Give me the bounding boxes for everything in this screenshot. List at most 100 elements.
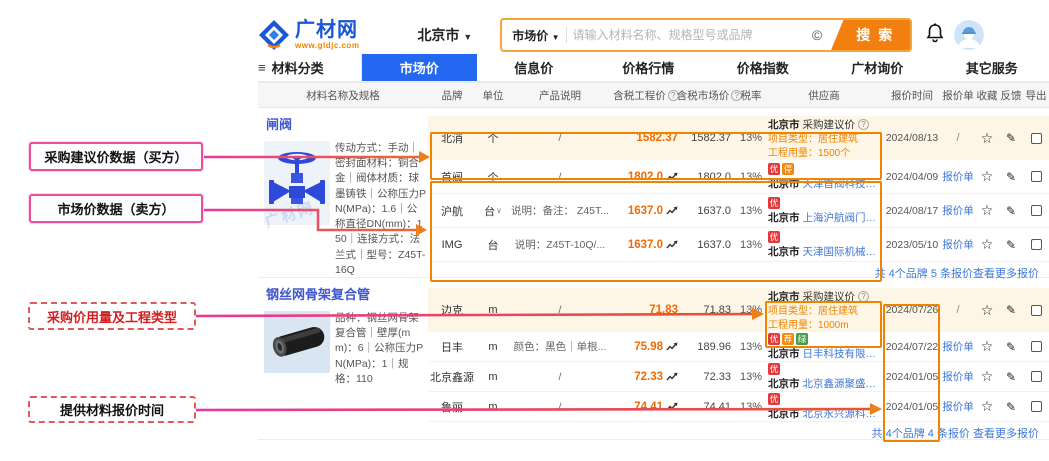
export-checkbox[interactable]: [1031, 205, 1042, 216]
material-title[interactable]: 闸阀: [258, 108, 428, 133]
trend-up-icon[interactable]: [666, 342, 678, 352]
supplier-link[interactable]: 北京永兴源科技有限公司: [803, 406, 883, 421]
quote-sheet-link[interactable]: 报价单: [942, 399, 974, 414]
feedback-pencil-icon[interactable]: ✎: [1006, 303, 1016, 317]
quote-sheet-link[interactable]: 报价单: [942, 339, 974, 354]
quote-sheet-link[interactable]: 报价单: [942, 369, 974, 384]
unit-cell: 个: [476, 130, 510, 146]
feedback-pencil-icon[interactable]: ✎: [1006, 340, 1016, 354]
export-checkbox[interactable]: [1031, 239, 1042, 250]
unit-cell: 台: [476, 237, 510, 253]
trend-up-icon[interactable]: [666, 206, 678, 216]
feedback-pencil-icon[interactable]: ✎: [1006, 400, 1016, 414]
brand-cell: IMG: [428, 239, 476, 251]
help-icon[interactable]: ?: [858, 291, 869, 302]
tab-inquiry[interactable]: 广材询价: [820, 54, 935, 81]
tab-info-price[interactable]: 信息价: [477, 54, 592, 81]
favorite-star-icon[interactable]: ☆: [981, 130, 994, 147]
feedback-pencil-icon[interactable]: ✎: [1006, 370, 1016, 384]
price-eng-cell: 72.33: [610, 371, 682, 383]
feedback-pencil-icon[interactable]: ✎: [1006, 204, 1016, 218]
favorite-star-icon[interactable]: ☆: [981, 368, 994, 385]
brand-cell: 鲁丽: [428, 399, 476, 415]
brand-cell: 首阀: [428, 169, 476, 185]
product-image-pipe[interactable]: [264, 311, 330, 373]
camera-search-icon[interactable]: ©: [804, 27, 830, 43]
tab-price-trend[interactable]: 价格行情: [591, 54, 706, 81]
tab-other-services[interactable]: 其它服务: [935, 54, 1049, 81]
supplier-link[interactable]: 日丰科技有限公司: [803, 346, 883, 361]
trend-up-icon[interactable]: [666, 372, 678, 382]
annotation-usage-type: 采购价用量及工程类型: [28, 302, 196, 330]
material-section-valve: 闸阀: [258, 108, 1049, 278]
col-unit: 单位: [476, 88, 510, 103]
trend-up-icon[interactable]: [666, 172, 678, 182]
col-feedback: 反馈: [999, 88, 1023, 103]
city-selector[interactable]: 北京市 ▼: [417, 25, 472, 45]
badge-premium: 优: [768, 163, 780, 175]
tax-rate: 13%: [737, 239, 765, 251]
search-type-dropdown[interactable]: 市场价 ▼: [502, 27, 565, 44]
price-mkt-cell: 71.83: [682, 304, 737, 316]
favorite-star-icon[interactable]: ☆: [981, 302, 994, 319]
badge-premium: 优: [768, 333, 780, 345]
trend-up-icon[interactable]: [666, 240, 678, 250]
feedback-pencil-icon[interactable]: ✎: [1006, 238, 1016, 252]
table-row: 日丰 m 颜色：黑色｜单根... 75.98 189.96 13% 优荐绿 北京…: [428, 332, 1049, 362]
favorite-star-icon[interactable]: ☆: [981, 338, 994, 355]
feedback-pencil-icon[interactable]: ✎: [1006, 131, 1016, 145]
col-price-eng: 含税工程价?: [610, 88, 682, 103]
help-icon[interactable]: ?: [858, 119, 869, 130]
search-input[interactable]: [573, 28, 804, 42]
quote-sheet-link[interactable]: 报价单: [942, 237, 974, 252]
feedback-pencil-icon[interactable]: ✎: [1006, 170, 1016, 184]
desc-cell: /: [510, 304, 610, 316]
supplier-link[interactable]: 天津首阀科技有限公司: [803, 176, 883, 191]
quote-date: 2024/01/05: [883, 401, 941, 413]
quote-sheet-link[interactable]: 报价单: [942, 169, 974, 184]
material-title[interactable]: 钢丝网骨架复合管: [258, 278, 428, 303]
product-image-valve[interactable]: [264, 141, 330, 225]
main-nav: ≡ 材料分类 市场价 信息价 价格行情 价格指数 广材询价 其它服务: [258, 54, 1049, 82]
quote-sheet-link[interactable]: 报价单: [942, 203, 974, 218]
export-checkbox[interactable]: [1031, 133, 1042, 144]
quote-date: 2024/07/26: [883, 304, 941, 316]
export-checkbox[interactable]: [1031, 341, 1042, 352]
price-mkt-cell: 1802.0: [682, 171, 737, 183]
trend-up-icon[interactable]: [666, 402, 678, 412]
favorite-star-icon[interactable]: ☆: [981, 202, 994, 219]
export-checkbox[interactable]: [1031, 371, 1042, 382]
quote-rows: 边克 m / 71.83 71.83 13% 北京市采购建议价? 项目类型：居住…: [428, 278, 1049, 441]
price-eng-cell: 1582.37: [610, 132, 682, 144]
quote-date: 2024/01/05: [883, 371, 941, 383]
export-checkbox[interactable]: [1031, 171, 1042, 182]
more-quotes-link[interactable]: 查看更多报价: [973, 428, 1039, 440]
tab-price-index[interactable]: 价格指数: [706, 54, 821, 81]
supplier-link[interactable]: 上海沪航阀门有限公司北..: [803, 210, 883, 225]
user-avatar[interactable]: [954, 20, 984, 50]
site-logo[interactable]: 广材网 www.gldjc.com: [258, 19, 359, 51]
col-brand: 品牌: [428, 88, 476, 103]
material-catalog-button[interactable]: ≡ 材料分类: [258, 54, 362, 81]
purchase-advice-cell: 北京市采购建议价? 项目类型：居住建筑 工程用量：1500个: [765, 117, 883, 160]
tax-rate: 13%: [737, 401, 765, 413]
supplier-link[interactable]: 北京鑫源聚盛物资有限公司: [803, 376, 883, 391]
supplier-link[interactable]: 天津国际机械有限公司: [803, 244, 883, 259]
chevron-down-icon: ▼: [463, 32, 472, 42]
favorite-star-icon[interactable]: ☆: [981, 168, 994, 185]
notification-bell-icon[interactable]: [926, 23, 944, 48]
desc-cell: 说明：Z45T-10Q/...: [510, 237, 610, 252]
quote-date: 2023/05/10: [883, 239, 941, 251]
tab-market-price[interactable]: 市场价: [362, 54, 477, 81]
quote-date: 2024/08/17: [883, 205, 941, 217]
export-checkbox[interactable]: [1031, 305, 1042, 316]
favorite-star-icon[interactable]: ☆: [981, 398, 994, 415]
favorite-star-icon[interactable]: ☆: [981, 236, 994, 253]
unit-dropdown-icon[interactable]: ∨: [496, 206, 502, 215]
price-eng-cell: 71.83: [610, 304, 682, 316]
search-button[interactable]: 搜索: [830, 18, 910, 52]
col-export: 导出: [1023, 88, 1049, 103]
price-mkt-cell: 72.33: [682, 371, 737, 383]
export-checkbox[interactable]: [1031, 401, 1042, 412]
gldjc-market-price-page: 采购建议价数据（买方） 市场价数据（卖方） 采购价用量及工程类型 提供材料报价时…: [0, 0, 1049, 461]
